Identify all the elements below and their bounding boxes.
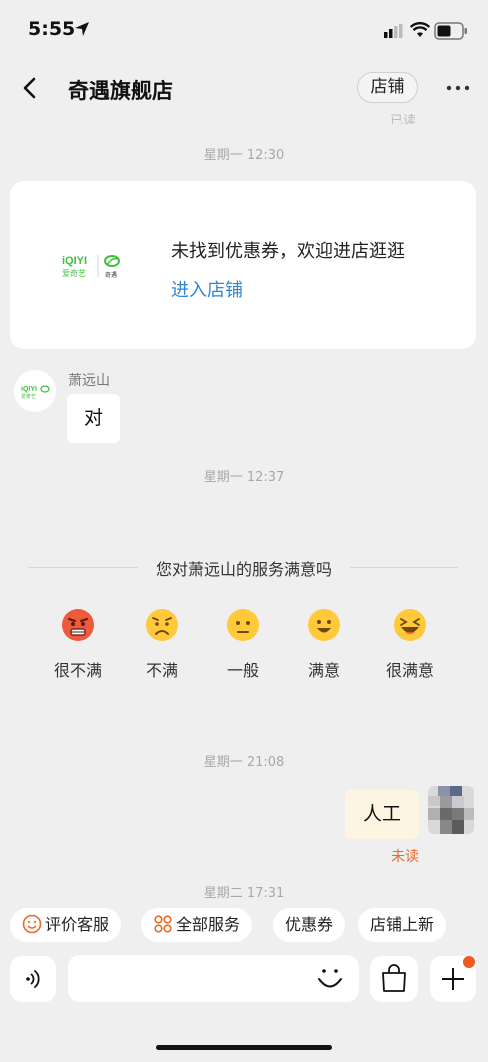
satisfied-emoji-icon[interactable] xyxy=(306,607,342,643)
very-satisfied-emoji-icon[interactable] xyxy=(392,607,428,643)
outgoing-message-bubble[interactable]: 人工 xyxy=(345,790,419,839)
user-avatar[interactable] xyxy=(428,786,474,834)
coupon-message: 未找到优惠券，欢迎进店逛逛 xyxy=(171,241,405,262)
cellular-signal-icon xyxy=(384,24,403,38)
all-services-chip[interactable]: 全部服务 xyxy=(141,908,253,942)
message-timestamp: 星期一 12:37 xyxy=(203,470,285,485)
enter-shop-link[interactable]: 进入店铺 xyxy=(171,276,243,302)
home-indicator xyxy=(156,1045,332,1050)
agent-avatar[interactable]: iQIYI 爱奇艺 xyxy=(14,370,56,412)
rating-label-dissatisfied: 不满 xyxy=(145,661,178,680)
smile-icon xyxy=(22,914,42,934)
svg-text:iQIYI: iQIYI xyxy=(21,386,37,393)
back-arrow-icon[interactable] xyxy=(16,74,44,102)
incoming-message-bubble[interactable]: 对 xyxy=(67,394,120,443)
rate-agent-chip[interactable]: 评价客服 xyxy=(10,908,122,942)
rating-label-satisfied: 满意 xyxy=(307,661,340,680)
location-arrow-icon xyxy=(75,22,89,36)
emoji-picker-icon[interactable] xyxy=(316,966,344,992)
voice-wave-icon xyxy=(26,970,40,988)
svg-text:爱奇艺: 爱奇艺 xyxy=(62,268,86,278)
shop-new-arrivals-chip[interactable]: 店铺上新 xyxy=(358,908,447,942)
rating-label-neutral: 一般 xyxy=(226,661,259,680)
services-grid-icon xyxy=(154,915,172,933)
svg-text:奇遇: 奇遇 xyxy=(105,271,117,279)
voice-input-button[interactable] xyxy=(10,956,56,1002)
svg-text:爱奇艺: 爱奇艺 xyxy=(21,393,36,400)
shop-button[interactable]: 店铺 xyxy=(357,72,418,103)
rating-label-very-satisfied: 很满意 xyxy=(385,661,434,680)
page-title: 奇遇旗舰店 xyxy=(68,79,173,103)
message-timestamp: 星期一 21:08 xyxy=(203,755,285,770)
wifi-icon xyxy=(410,22,430,37)
svg-text:iQIYI: iQIYI xyxy=(62,255,87,267)
rating-label-very-dissatisfied: 很不满 xyxy=(53,661,102,680)
shopping-bag-button[interactable] xyxy=(370,956,418,1002)
sender-name: 萧远山 xyxy=(68,373,110,389)
unread-status: 未读 xyxy=(391,849,419,865)
coupons-chip[interactable]: 优惠券 xyxy=(273,908,346,942)
battery-icon xyxy=(434,22,467,40)
iqiyi-logo: iQIYI 爱奇艺 奇遇 xyxy=(60,251,130,281)
notification-dot xyxy=(463,956,475,968)
satisfaction-title: 您对萧远山的服务满意吗 xyxy=(0,556,488,580)
message-timestamp: 星期一 12:30 xyxy=(203,148,285,163)
dissatisfied-emoji-icon[interactable] xyxy=(144,607,180,643)
very-dissatisfied-emoji-icon[interactable] xyxy=(60,607,96,643)
message-timestamp: 星期二 17:31 xyxy=(203,886,285,901)
neutral-emoji-icon[interactable] xyxy=(225,607,261,643)
status-bar: 5:55 xyxy=(0,0,488,60)
shopping-bag-icon xyxy=(382,964,406,992)
status-time: 5:55 xyxy=(28,18,76,40)
coupon-card[interactable]: iQIYI 爱奇艺 奇遇 未找到优惠券，欢迎进店逛逛 进入店铺 xyxy=(10,181,476,349)
read-receipt: 已读 xyxy=(390,114,417,124)
more-options-icon[interactable] xyxy=(446,84,470,92)
